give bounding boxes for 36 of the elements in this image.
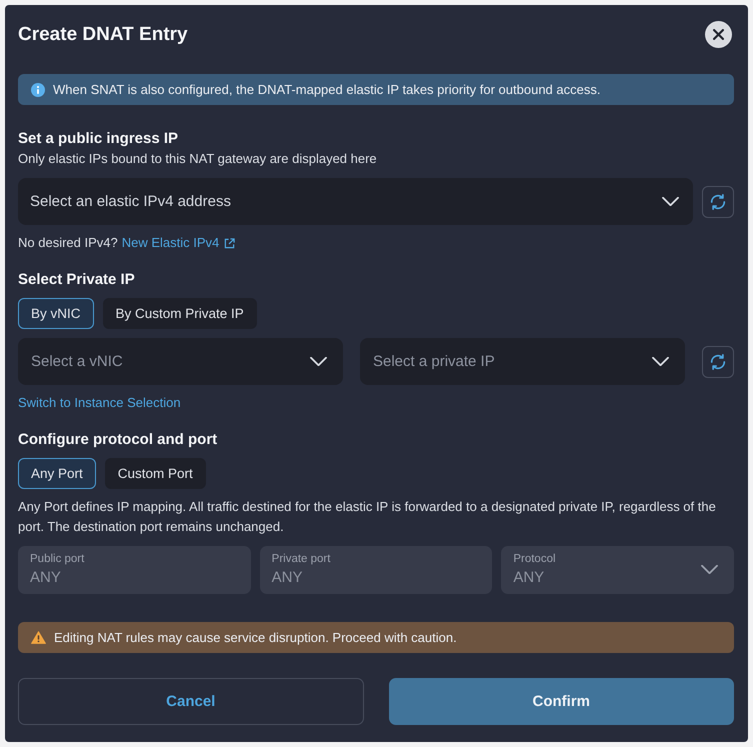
refresh-icon bbox=[710, 194, 726, 210]
section-description: Only elastic IPs bound to this NAT gateway are displayed here bbox=[18, 150, 378, 168]
banner-text: Editing NAT rules may cause service disruption. Proceed with caution. bbox=[54, 628, 457, 646]
tab[interactable]: Any Port bbox=[18, 458, 96, 489]
mode-description: Any Port defines IP mapping. All traffic destined for the elastic IP is forwarded to a designated private IP, regardless of the port. The destination port remains unchanged. bbox=[18, 498, 717, 536]
private-ip-select[interactable]: Select a private IP bbox=[360, 338, 685, 385]
refresh-button[interactable] bbox=[702, 186, 734, 218]
dialog-title: Create DNAT Entry bbox=[18, 23, 188, 47]
vnic-select[interactable]: Select a vNIC bbox=[18, 338, 343, 385]
info-icon bbox=[31, 82, 45, 96]
elastic-ip-select[interactable]: Select an elastic IPv4 address bbox=[18, 178, 693, 225]
chevron-down-icon bbox=[662, 197, 679, 206]
field-label: Protocol bbox=[513, 552, 557, 566]
field-label: Private port bbox=[272, 552, 332, 566]
refresh-icon bbox=[710, 354, 726, 370]
cancel-button[interactable]: Cancel bbox=[18, 678, 364, 725]
switch-link[interactable]: Switch to Instance Selection bbox=[18, 394, 181, 412]
chevron-down-icon bbox=[652, 357, 669, 366]
chevron-down-icon bbox=[701, 565, 718, 574]
section-heading: Configure protocol and port bbox=[18, 430, 218, 450]
section-heading: Set a public ingress IP bbox=[18, 129, 180, 149]
external-link-icon bbox=[224, 238, 236, 248]
confirm-button[interactable]: Confirm bbox=[388, 678, 734, 725]
banner-text: When SNAT is also configured, the DNAT-mapped elastic IP takes priority for outbound access. bbox=[53, 80, 600, 98]
section-heading: Select Private IP bbox=[18, 270, 136, 290]
tab[interactable]: Custom Port bbox=[104, 458, 206, 489]
warning-icon bbox=[31, 631, 46, 644]
tab[interactable]: By Custom Private IP bbox=[102, 298, 257, 329]
tab[interactable]: By vNIC bbox=[18, 298, 94, 329]
refresh-button[interactable] bbox=[702, 346, 734, 378]
close-button[interactable] bbox=[705, 20, 732, 48]
hint-text: No desired IPv4? bbox=[18, 234, 118, 252]
close-icon bbox=[713, 28, 724, 40]
new-ip-link[interactable]: New Elastic IPv4 bbox=[122, 234, 236, 252]
chevron-down-icon bbox=[310, 357, 327, 366]
field-label: Public port bbox=[30, 552, 86, 566]
